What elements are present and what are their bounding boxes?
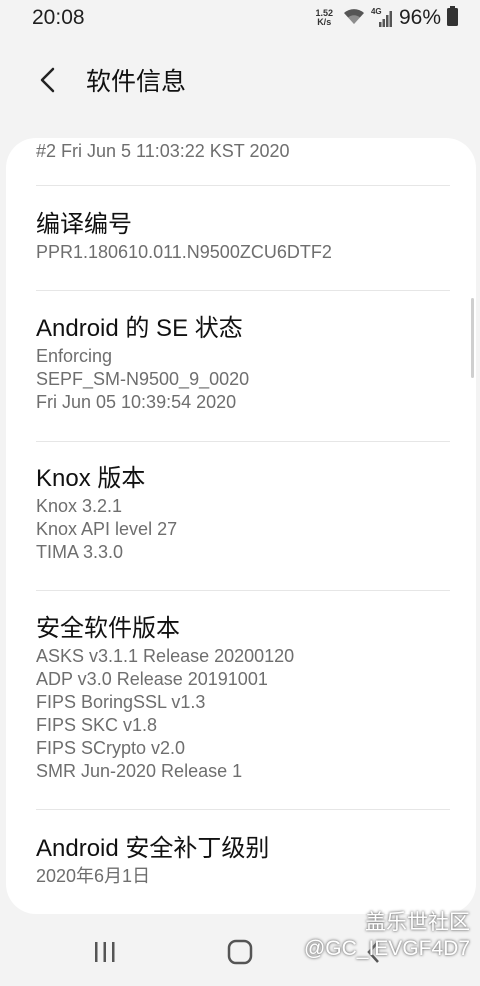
status-icons: 1.52 K/s 4G 96% (315, 5, 458, 31)
settings-list[interactable]: #2 Fri Jun 5 11:03:22 KST 2020 编译编号 PPR1… (6, 138, 476, 914)
list-item-knox-version[interactable]: Knox 版本 Knox 3.2.1 Knox API level 27 TIM… (36, 464, 450, 564)
home-button[interactable] (226, 938, 254, 971)
wifi-icon (343, 7, 365, 30)
divider (36, 441, 450, 442)
list-item-build-number[interactable]: 编译编号 PPR1.180610.011.N9500ZCU6DTF2 (36, 210, 450, 264)
list-item-title: Android 的 SE 状态 (36, 315, 243, 342)
status-bar: 20:08 1.52 K/s 4G 96% (0, 0, 480, 36)
list-item-subtitle: 2020年6月1日 (36, 866, 151, 886)
header: 软件信息 (0, 36, 480, 126)
page-title: 软件信息 (86, 68, 187, 96)
list-item-subtitle: FIPS SCrypto v2.0 (36, 738, 186, 758)
back-arrow-icon (40, 67, 55, 93)
cellular-signal-icon: 4G (371, 7, 393, 28)
divider (36, 590, 450, 591)
list-item-subtitle: FIPS BoringSSL v1.3 (36, 692, 206, 712)
watermark-user: @GC_IEVGF4D7 (303, 937, 470, 960)
list-item-security-software-version[interactable]: 安全软件版本 ASKS v3.1.1 Release 20200120 ADP … (36, 614, 450, 783)
list-item-subtitle: #2 Fri Jun 5 11:03:22 KST 2020 (36, 141, 290, 161)
recents-icon (95, 942, 115, 962)
home-icon (227, 939, 253, 965)
list-item-build-date[interactable]: #2 Fri Jun 5 11:03:22 KST 2020 (36, 138, 450, 163)
divider (36, 290, 450, 291)
recents-button[interactable] (92, 940, 118, 969)
list-item-subtitle: ADP v3.0 Release 20191001 (36, 669, 268, 689)
list-item-security-patch-level[interactable]: Android 安全补丁级别 2020年6月1日 (36, 834, 450, 888)
list-item-subtitle: PPR1.180610.011.N9500ZCU6DTF2 (36, 242, 332, 262)
scrollbar[interactable] (471, 298, 474, 378)
watermark: 盖乐世社区 @GC_IEVGF4D7 (304, 910, 470, 962)
status-time: 20:08 (32, 6, 85, 29)
back-button[interactable] (28, 60, 68, 100)
list-item-subtitle: Knox 3.2.1 (36, 496, 123, 516)
list-item-title: Knox 版本 (36, 465, 146, 492)
list-item-subtitle: Fri Jun 05 10:39:54 2020 (36, 392, 237, 412)
divider (36, 809, 450, 810)
battery-percentage: 96% (398, 6, 441, 29)
list-item-subtitle: Knox API level 27 (36, 519, 178, 539)
battery-icon (447, 5, 458, 31)
list-item-subtitle: FIPS SKC v1.8 (36, 715, 158, 735)
list-item-subtitle: Enforcing (36, 346, 113, 366)
network-speed-unit: K/s (317, 17, 332, 27)
list-item-subtitle: SEPF_SM-N9500_9_0020 (36, 369, 250, 389)
watermark-brand: 盖乐世社区 (365, 911, 470, 934)
divider (36, 185, 450, 186)
list-item-title: 编译编号 (36, 211, 132, 238)
list-item-subtitle: TIMA 3.3.0 (36, 542, 124, 562)
list-item-title: Android 安全补丁级别 (36, 835, 270, 862)
list-item-title: 安全软件版本 (36, 615, 180, 642)
list-item-subtitle: ASKS v3.1.1 Release 20200120 (36, 646, 295, 666)
network-speed: 1.52 K/s (315, 9, 333, 27)
list-item-se-status[interactable]: Android 的 SE 状态 Enforcing SEPF_SM-N9500_… (36, 314, 450, 414)
list-item-subtitle: SMR Jun-2020 Release 1 (36, 761, 243, 781)
